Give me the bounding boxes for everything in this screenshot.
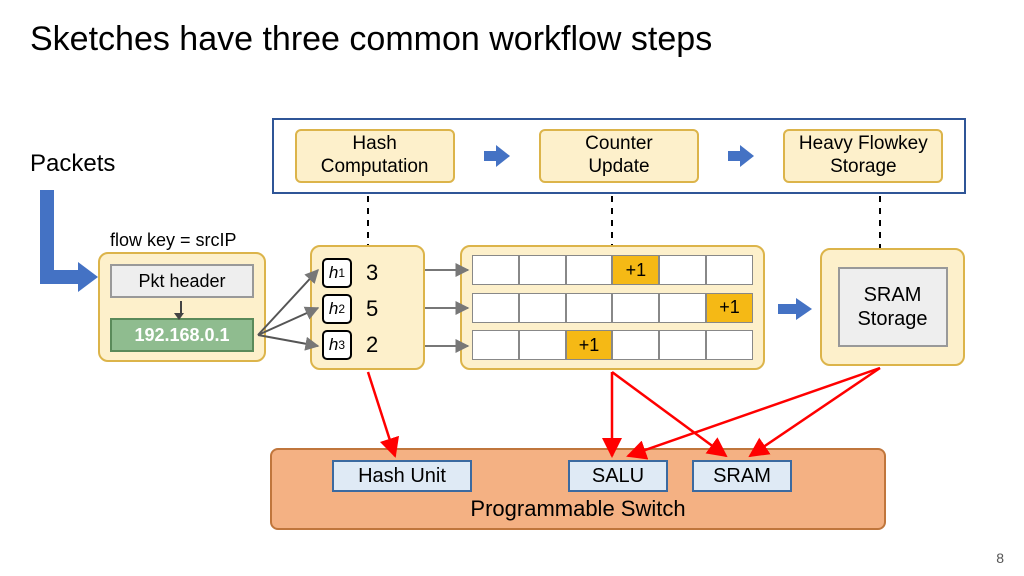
arrow-icon (728, 145, 754, 167)
pkt-ip-label: 192.168.0.1 (110, 318, 254, 352)
flowkey-label: flow key = srcIP (110, 230, 237, 251)
hash-fn-cell: h1 (322, 258, 352, 288)
counter-row: +1 (472, 255, 753, 285)
page-number: 8 (996, 550, 1004, 566)
hash-fn-cell: h3 (322, 330, 352, 360)
hash-box: h1 3 h2 5 h3 2 (310, 245, 425, 370)
down-arrow-icon (178, 301, 184, 320)
switch-box: Hash Unit SALU SRAM Programmable Switch (270, 448, 886, 530)
packet-box: Pkt header 192.168.0.1 (98, 252, 266, 362)
hash-value: 5 (366, 296, 378, 322)
counter-inc-cell: +1 (706, 293, 753, 323)
unit-sram: SRAM (692, 460, 792, 492)
arrow-icon (484, 145, 510, 167)
arrow-icon (778, 298, 814, 320)
switch-title: Programmable Switch (272, 496, 884, 522)
hash-value: 2 (366, 332, 378, 358)
hash-value: 3 (366, 260, 378, 286)
workflow-step-counter: Counter Update (539, 129, 699, 183)
sram-storage-label: SRAM Storage (838, 267, 948, 347)
workflow-container: Hash Computation Counter Update Heavy Fl… (272, 118, 966, 194)
pkt-header-label: Pkt header (110, 264, 254, 298)
unit-salu: SALU (568, 460, 668, 492)
slide-title: Sketches have three common workflow step… (30, 20, 712, 59)
counter-inc-cell: +1 (612, 255, 659, 285)
packets-label: Packets (30, 150, 115, 178)
counter-row: +1 (472, 330, 753, 360)
workflow-step-storage: Heavy Flowkey Storage (783, 129, 943, 183)
packets-arrow-icon (40, 190, 100, 285)
unit-hash: Hash Unit (332, 460, 472, 492)
sram-wrap: SRAM Storage (820, 248, 965, 366)
workflow-step-hash: Hash Computation (295, 129, 455, 183)
hash-fn-cell: h2 (322, 294, 352, 324)
counter-inc-cell: +1 (566, 330, 613, 360)
counter-row: +1 (472, 293, 753, 323)
counter-box: +1 +1 +1 (460, 245, 765, 370)
